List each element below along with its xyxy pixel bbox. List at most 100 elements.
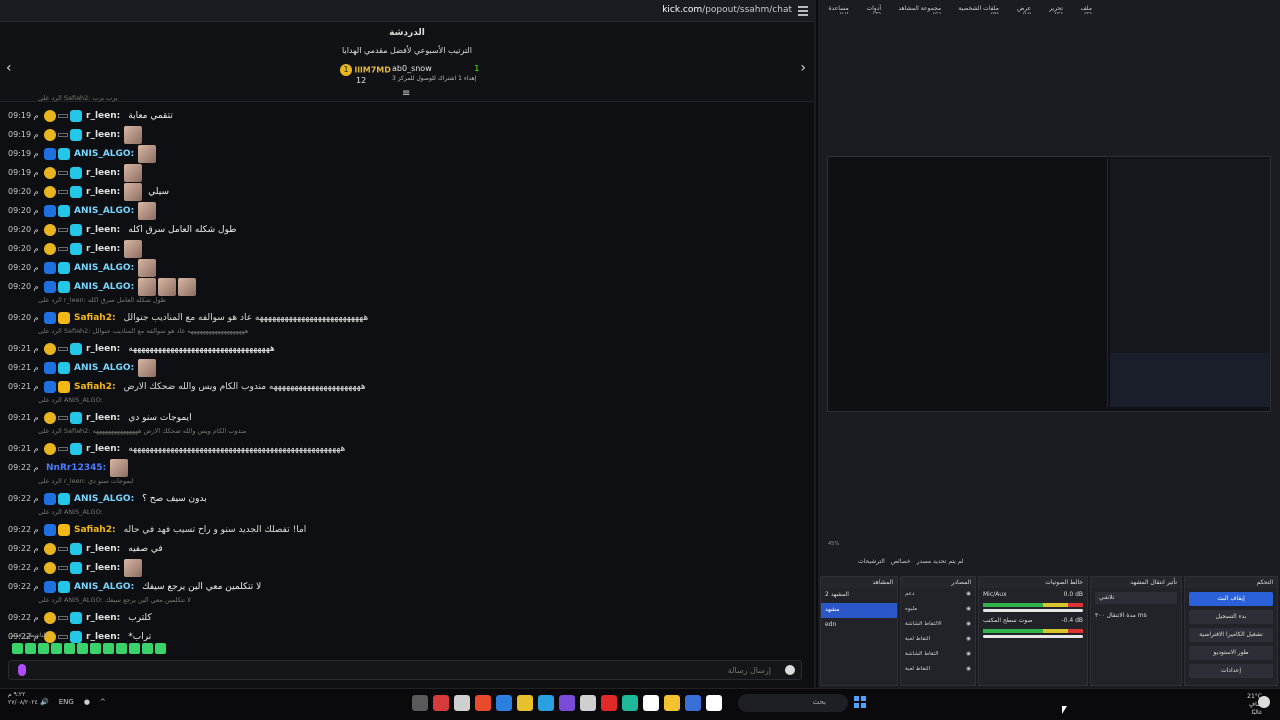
chat-message[interactable]: 09:22 م r_leen: [8, 558, 806, 577]
control-button[interactable]: بدء التسجيل [1189, 610, 1273, 624]
scene-item[interactable]: مشهد [821, 603, 897, 618]
source-item[interactable]: التقاط لعبة ◉ [901, 663, 975, 678]
source-item[interactable]: التقاط لعبة ◉ [901, 633, 975, 648]
control-button[interactable]: إيقاف البث [1189, 592, 1273, 606]
app-icon[interactable] [580, 695, 596, 711]
clock[interactable]: ٩:٢٢ م ٢٧/٠٨/٢٠٢٤ [8, 691, 38, 707]
menu-icon[interactable] [798, 4, 808, 16]
message-username[interactable]: r_leen: [86, 130, 120, 140]
app-icon[interactable] [475, 695, 491, 711]
chat-message[interactable]: 09:22 م r_leen: كلترب [8, 608, 806, 627]
chat-input-box[interactable] [8, 660, 802, 680]
message-username[interactable]: r_leen: [86, 168, 120, 178]
app-icon[interactable] [412, 695, 428, 711]
visibility-icon[interactable]: ◉ [966, 606, 971, 615]
chat-message[interactable]: 09:21 م ANIS_ALGO: [8, 358, 806, 377]
transition-duration[interactable]: مدة الانتقال ٣٠٠ ms [1091, 608, 1181, 623]
message-username[interactable]: Safiah2: [74, 313, 116, 323]
chat-message[interactable]: 09:21 م r_leen: هههههههههههههههههههههههههه… [8, 439, 806, 458]
message-username[interactable]: r_leen: [86, 111, 120, 121]
visibility-icon[interactable]: ◉ [966, 666, 971, 675]
app-icon[interactable] [433, 695, 449, 711]
chat-message[interactable]: 09:22 م NnRr12345: [8, 458, 806, 477]
message-username[interactable]: Safiah2: [74, 525, 116, 535]
message-username[interactable]: ANIS_ALGO: [74, 363, 134, 373]
message-username[interactable]: ANIS_ALGO: [74, 494, 134, 504]
message-username[interactable]: r_leen: [86, 563, 120, 573]
message-username[interactable]: r_leen: [86, 632, 120, 642]
message-username[interactable]: ANIS_ALGO: [74, 206, 134, 216]
app-icon[interactable] [559, 695, 575, 711]
app-icon[interactable] [538, 695, 554, 711]
chat-input[interactable] [9, 661, 801, 679]
message-username[interactable]: ANIS_ALGO: [74, 582, 134, 592]
chat-message[interactable]: 09:20 م r_leen: طول شكله العامل سرق اكله [8, 220, 806, 239]
app-icon[interactable] [517, 695, 533, 711]
leaderboard-prev-icon[interactable]: ‹ [6, 60, 12, 76]
chat-message[interactable]: 09:21 م r_leen: هههههههههههههههههههههههههه… [8, 339, 806, 358]
app-icon[interactable] [622, 695, 638, 711]
context-button[interactable]: لم يتم تحديد مصدر [917, 558, 964, 574]
volume-slider[interactable] [983, 635, 1083, 638]
control-button[interactable]: طور الاستوديو [1189, 646, 1273, 660]
message-username[interactable]: ANIS_ALGO: [74, 263, 134, 273]
chat-message[interactable]: 09:22 م ANIS_ALGO: لا تتكلمين معي الين يرج… [8, 577, 806, 596]
app-icon[interactable] [664, 695, 680, 711]
source-item[interactable]: مليوه ◉ [901, 603, 975, 618]
transition-select[interactable]: تلاشي [1095, 592, 1177, 604]
app-icon[interactable] [496, 695, 512, 711]
chat-message[interactable]: 09:21 م Safiah2: ههههههههههههههههههههههه م… [8, 377, 806, 396]
chat-message[interactable]: 09:20 م r_leen: سيلي [8, 182, 806, 201]
chat-message[interactable]: 09:19 م ANIS_ALGO: [8, 144, 806, 163]
app-icon[interactable] [643, 695, 659, 711]
app-icon[interactable] [685, 695, 701, 711]
preview-canvas[interactable] [827, 156, 1271, 412]
leaderboard-entry-1[interactable]: 1 lllM7MD 12 [340, 64, 391, 85]
control-button[interactable]: إعدادات [1189, 664, 1273, 678]
chat-message[interactable]: 09:22 م Safiah2: اما! تفصلك الجديد سنو و ر… [8, 520, 806, 539]
message-username[interactable]: r_leen: [86, 444, 120, 454]
message-username[interactable]: r_leen: [86, 344, 120, 354]
app-icon[interactable] [601, 695, 617, 711]
source-item[interactable]: التقاط الشاشة ◉ [901, 648, 975, 663]
url-text[interactable]: kick.com/popout/ssahm/chat [662, 5, 792, 15]
tray-overflow-icon[interactable]: ^ [100, 698, 106, 706]
message-username[interactable]: ANIS_ALGO: [74, 149, 134, 159]
message-username[interactable]: r_leen: [86, 187, 120, 197]
message-username[interactable]: r_leen: [86, 613, 120, 623]
chat-message[interactable]: 09:19 م r_leen: تتقمي معاية [8, 106, 806, 125]
leaderboard-entry-2[interactable]: ab0_snow 1 إهداء 1 اشتراك للوصول للمركز … [392, 64, 479, 82]
message-username[interactable]: NnRr12345: [46, 463, 106, 473]
chat-message[interactable]: 09:20 م ANIS_ALGO: [8, 258, 806, 277]
message-username[interactable]: ANIS_ALGO: [74, 282, 134, 292]
taskbar-search[interactable]: بحث [738, 694, 848, 712]
app-icon[interactable] [454, 695, 470, 711]
chat-message[interactable]: 09:22 م ANIS_ALGO: بدون سيف صح ؟ [8, 489, 806, 508]
scene-item[interactable]: المشهد 2 [821, 588, 897, 603]
source-item[interactable]: الالتقاط الشاشة ◉ [901, 618, 975, 633]
source-item[interactable]: دعم ◉ [901, 588, 975, 603]
message-username[interactable]: r_leen: [86, 544, 120, 554]
context-button[interactable]: خصائص [891, 558, 911, 574]
chat-message[interactable]: 09:19 م r_leen: [8, 125, 806, 144]
chat-message[interactable]: 09:20 م Safiah2: ههههههههههههههههههههههههه… [8, 308, 806, 327]
chat-message[interactable]: 09:21 م r_leen: ايموجات سنو دي [8, 408, 806, 427]
chat-message[interactable]: 09:20 م ANIS_ALGO: [8, 201, 806, 220]
mic-tray-icon[interactable]: ● [84, 698, 90, 706]
language-indicator[interactable]: ENG [59, 698, 74, 706]
leaderboard-next-icon[interactable]: › [800, 60, 806, 76]
browser-address-bar[interactable]: kick.com/popout/ssahm/chat [0, 0, 814, 22]
chat-message[interactable]: 09:20 م r_leen: [8, 239, 806, 258]
context-button[interactable]: الترشيحات [858, 558, 885, 574]
emoji-icon[interactable] [785, 665, 795, 675]
visibility-icon[interactable]: ◉ [966, 651, 971, 660]
chat-message-list[interactable]: الرد على Safiah2: برب برب 09:19 م r_leen: ت… [0, 94, 814, 664]
message-username[interactable]: r_leen: [86, 225, 120, 235]
scene-item[interactable]: edn [821, 618, 897, 633]
volume-icon[interactable]: 🔊 [40, 698, 49, 706]
chat-message[interactable]: 09:19 م r_leen: [8, 163, 806, 182]
start-button[interactable] [854, 696, 866, 708]
obs-preview[interactable] [823, 14, 1275, 544]
message-username[interactable]: Safiah2: [74, 382, 116, 392]
message-username[interactable]: r_leen: [86, 244, 120, 254]
